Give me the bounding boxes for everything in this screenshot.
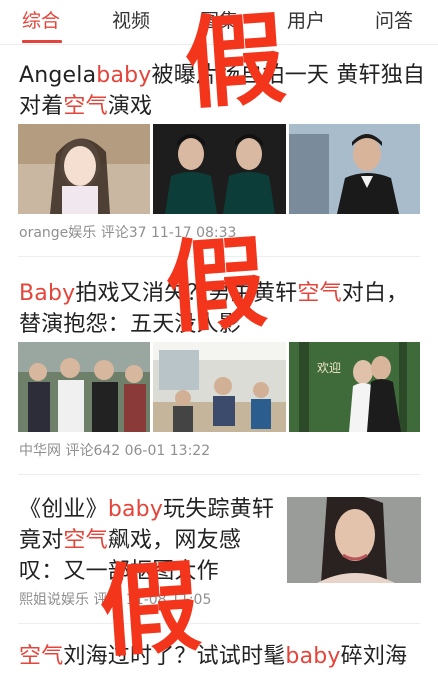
news-divider bbox=[18, 623, 420, 624]
news-thumbnail bbox=[287, 497, 421, 583]
title-text: 飙戏，网友感 bbox=[107, 528, 242, 553]
news-thumbnail bbox=[289, 124, 420, 214]
news-image-row[interactable] bbox=[18, 124, 420, 214]
news-title[interactable]: 空气刘海过时了？试试时髦baby碎刘海 bbox=[19, 641, 407, 672]
highlighted-keyword: 空气 bbox=[19, 644, 64, 669]
highlighted-keyword: baby bbox=[96, 63, 152, 88]
highlighted-keyword: baby bbox=[285, 644, 341, 669]
tab-video[interactable]: 视频 bbox=[112, 9, 150, 33]
tab-gallery[interactable]: 图集 bbox=[200, 9, 238, 33]
title-text: 《创业》 bbox=[19, 497, 108, 522]
news-thumbnail bbox=[153, 124, 286, 214]
news-divider bbox=[18, 474, 420, 475]
title-text: 替演抱怨：五天没人影 bbox=[19, 312, 242, 337]
news-thumbnail bbox=[18, 124, 150, 214]
title-text: 被曝片场自拍一天 黄轩独自 bbox=[151, 63, 426, 88]
title-text: 对着 bbox=[19, 94, 64, 119]
title-text: 竟对 bbox=[19, 528, 64, 553]
news-meta: 中华网 评论642 06-01 13:22 bbox=[19, 443, 211, 459]
title-text: 碎刘海 bbox=[340, 644, 408, 669]
title-text: 叹：又一部抠图大作 bbox=[19, 559, 219, 584]
highlighted-keyword: baby bbox=[107, 497, 164, 522]
title-text: 刘海过时了？试试时髦 bbox=[63, 644, 286, 669]
news-title[interactable]: Angelababy被曝片场自拍一天 黄轩独自 对着空气演戏 bbox=[19, 60, 425, 122]
title-text: Angela bbox=[19, 63, 97, 88]
news-meta: 熙姐说娱乐 评论 11-08 11:05 bbox=[19, 592, 212, 608]
news-title[interactable]: 《创业》baby玩失踪黄轩 竟对空气飙戏，网友感 叹：又一部抠图大作 bbox=[19, 494, 279, 587]
title-text: 玩失踪黄轩 bbox=[163, 497, 275, 522]
title-text: 演戏 bbox=[107, 94, 153, 119]
news-title[interactable]: Baby拍戏又消失？男主黄轩空气对白， 替演抱怨：五天没人影 bbox=[19, 278, 408, 340]
active-tab-indicator bbox=[22, 40, 62, 43]
tab-qa[interactable]: 问答 bbox=[375, 9, 413, 33]
news-image-row[interactable]: 欢迎 bbox=[18, 342, 420, 432]
highlighted-keyword: Baby bbox=[19, 281, 76, 306]
news-meta: orange娱乐 评论37 11-17 08:33 bbox=[19, 225, 237, 241]
news-thumbnail bbox=[18, 342, 150, 432]
category-tab-bar: 综合 视频 图集 用户 问答 bbox=[0, 0, 438, 45]
news-thumbnail bbox=[153, 342, 286, 432]
news-divider bbox=[18, 256, 420, 257]
tab-users[interactable]: 用户 bbox=[287, 9, 325, 33]
title-text: 拍戏又消失？男主黄轩 bbox=[75, 281, 298, 306]
svg-text:欢迎: 欢迎 bbox=[317, 360, 341, 375]
news-thumbnail: 欢迎 bbox=[289, 342, 420, 432]
title-text: 对白， bbox=[341, 281, 409, 306]
highlighted-keyword: 空气 bbox=[297, 281, 342, 306]
tab-comprehensive[interactable]: 综合 bbox=[22, 9, 60, 33]
highlighted-keyword: 空气 bbox=[63, 528, 108, 553]
highlighted-keyword: 空气 bbox=[63, 94, 108, 119]
